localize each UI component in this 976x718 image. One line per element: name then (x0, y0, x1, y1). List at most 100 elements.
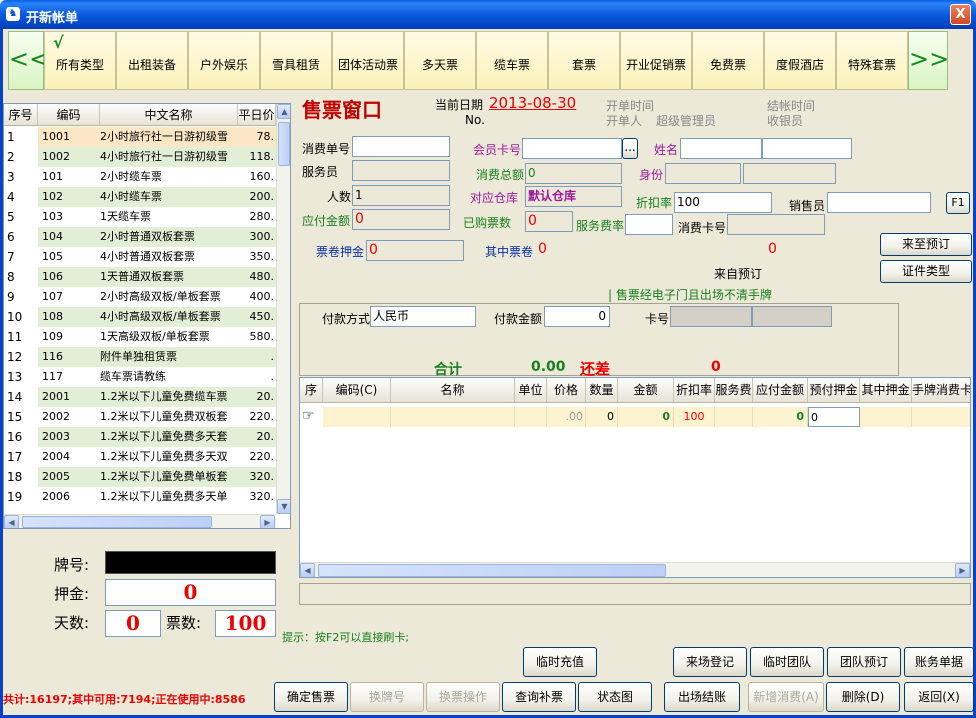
detail-cell-deposit-included[interactable] (860, 407, 912, 427)
change-ticket-button[interactable]: 换票操作 (426, 682, 500, 712)
table-row[interactable]: 15 2002 1.2米以下儿童免费双板套 220. (4, 407, 276, 427)
category-scroll-right-button[interactable]: >> (908, 31, 949, 90)
table-row[interactable]: 8 106 1天普通双板套票 480. (4, 267, 276, 287)
scroll-thumb[interactable] (22, 516, 212, 528)
service-rate-field[interactable] (625, 214, 673, 235)
column-header-unit[interactable]: 单位 (515, 378, 547, 403)
discount-field[interactable]: 100 (674, 192, 772, 213)
product-table-vscrollbar[interactable]: ▲ ▼ (276, 104, 290, 514)
table-row[interactable]: 18 2005 1.2米以下儿童免费单板套 320. (4, 467, 276, 487)
column-header-discount[interactable]: 折扣率 (674, 378, 715, 403)
table-row[interactable]: 14 2001 1.2米以下儿童免费缆车票 20. (4, 387, 276, 407)
category-special-package[interactable]: 特殊套票 (836, 31, 908, 90)
detail-cell-service-fee[interactable] (715, 407, 753, 427)
scroll-left-icon[interactable]: ◀ (4, 515, 19, 528)
scroll-right-icon[interactable]: ▶ (955, 563, 970, 577)
scroll-thumb[interactable] (278, 122, 290, 166)
table-row[interactable]: 1 1001 2小时旅行社一日游初级雪 78. (4, 127, 276, 147)
waiter-field[interactable] (352, 160, 450, 181)
id-field[interactable] (665, 163, 741, 184)
table-row[interactable]: 16 2003 1.2米以下儿童免费多天套 20. (4, 427, 276, 447)
category-opening-promo[interactable]: 开业促销票 (620, 31, 692, 90)
confirm-sale-button[interactable]: 确定售票 (274, 682, 348, 712)
status-chart-button[interactable]: 状态图 (578, 682, 652, 712)
consume-no-field[interactable] (352, 136, 450, 157)
column-header-qty[interactable]: 数量 (586, 378, 618, 403)
scroll-thumb[interactable] (318, 564, 666, 577)
table-row[interactable]: 5 103 1天缆车票 280. (4, 207, 276, 227)
scroll-up-icon[interactable]: ▲ (277, 104, 290, 119)
table-row[interactable]: 10 108 4小时高级双板/单板套票 450. (4, 307, 276, 327)
table-row[interactable]: 17 2004 1.2米以下儿童免费多天双 220. (4, 447, 276, 467)
detail-cell-qty[interactable]: 0 (586, 407, 618, 427)
name-extra-field[interactable] (762, 138, 852, 159)
category-resort-hotel[interactable]: 度假酒店 (764, 31, 836, 90)
member-card-field[interactable] (522, 138, 622, 159)
warehouse-value[interactable]: 默认仓库 (525, 186, 622, 207)
column-header-price[interactable]: 平日价 (238, 104, 276, 126)
scroll-down-icon[interactable]: ▼ (277, 499, 290, 514)
table-row[interactable]: 6 104 2小时普通双板套票 300. (4, 227, 276, 247)
return-button[interactable]: 返回(X) (904, 682, 974, 712)
tag-no-field[interactable] (105, 551, 276, 574)
category-scroll-left-button[interactable]: << (8, 31, 49, 90)
detail-cell-tag-card[interactable] (912, 407, 970, 427)
column-header-payable[interactable]: 应付金额 (753, 378, 808, 403)
detail-cell-unit[interactable] (515, 407, 547, 427)
delete-button[interactable]: 删除(D) (826, 682, 900, 712)
category-cable-car[interactable]: 缆车票 (476, 31, 548, 90)
detail-table-hscrollbar[interactable]: ◀ ▶ (300, 562, 970, 577)
not-reserved-button[interactable]: 来至预订 (880, 233, 972, 256)
product-table-hscrollbar[interactable]: ◀ ▶ (4, 514, 276, 528)
column-header-amount[interactable]: 金额 (618, 378, 674, 403)
column-header-name[interactable]: 中文名称 (100, 104, 238, 126)
category-ski-rental[interactable]: 雪具租赁 (260, 31, 332, 90)
change-tag-button[interactable]: 换牌号 (350, 682, 424, 712)
salesperson-field[interactable] (827, 192, 931, 213)
detail-cell-code[interactable] (323, 407, 391, 427)
table-row[interactable]: 4 102 4小时缆车票 200. (4, 187, 276, 207)
id-extra-field[interactable] (743, 163, 836, 184)
column-header-seq[interactable]: 序 (300, 378, 323, 403)
f1-button[interactable]: F1 (946, 192, 970, 214)
detail-cell-price[interactable]: .00 (547, 407, 586, 427)
query-reissue-button[interactable]: 查询补票 (502, 682, 576, 712)
member-card-browse-button[interactable]: ... (622, 138, 638, 159)
detail-cell-amount[interactable]: 0 (618, 407, 674, 427)
scroll-left-icon[interactable]: ◀ (300, 563, 315, 577)
category-rental-equipment[interactable]: 出租装备 (116, 31, 188, 90)
add-consumption-button[interactable]: 新增消费(A) (748, 682, 824, 712)
column-header-name[interactable]: 名称 (391, 378, 515, 403)
card-no-field[interactable] (670, 306, 752, 327)
tickets-value[interactable]: 100 (215, 610, 276, 637)
table-row[interactable]: 7 105 4小时普通双板套票 350. (4, 247, 276, 267)
close-button[interactable]: X (950, 4, 971, 25)
column-header-index[interactable]: 序号 (4, 104, 38, 126)
checkout-button[interactable]: 出场结账 (664, 682, 740, 712)
detail-cell-prepaid-deposit[interactable]: 0 (808, 407, 860, 427)
temp-recharge-button[interactable]: 临时充值 (523, 647, 597, 677)
checkin-register-button[interactable]: 来场登记 (673, 647, 747, 677)
consume-card-field[interactable] (727, 214, 825, 235)
category-free-ticket[interactable]: 免费票 (692, 31, 764, 90)
category-group-activity[interactable]: 团体活动票 (332, 31, 404, 90)
column-header-code[interactable]: 编码 (38, 104, 100, 126)
column-header-tag-card[interactable]: 手牌消费卡 (912, 378, 970, 403)
payment-method-field[interactable]: 人民币 (370, 306, 476, 327)
detail-cell-payable[interactable]: 0 (753, 407, 808, 427)
column-header-price[interactable]: 价格 (547, 378, 586, 403)
table-row[interactable]: 12 116 附件单独租赁票. (4, 347, 276, 367)
detail-cell-discount[interactable]: 100 (674, 407, 715, 427)
detail-cell-name[interactable] (391, 407, 515, 427)
people-field[interactable]: 1 (352, 185, 450, 206)
temp-team-button[interactable]: 临时团队 (750, 647, 824, 677)
table-row[interactable]: 9 107 2小时高级双板/单板套票 400. (4, 287, 276, 307)
category-outdoor-entertainment[interactable]: 户外娱乐 (188, 31, 260, 90)
name-field[interactable] (680, 138, 762, 159)
id-type-button[interactable]: 证件类型 (880, 260, 972, 283)
column-header-deposit-included[interactable]: 其中押金 (860, 378, 912, 403)
category-package[interactable]: 套票 (548, 31, 620, 90)
column-header-service-fee[interactable]: 服务费 (715, 378, 753, 403)
payment-amount-field[interactable]: 0 (544, 306, 610, 327)
category-all-types[interactable]: √ 所有类型 (44, 31, 116, 90)
